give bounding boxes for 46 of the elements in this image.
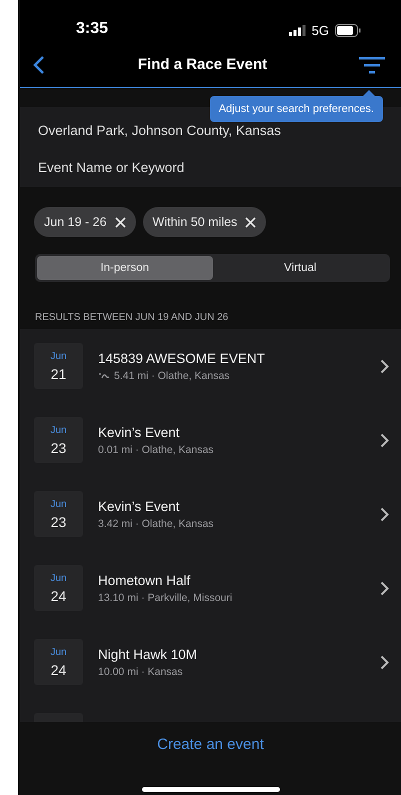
event-row[interactable]: Jun 23 Kevin’s Event 0.01 mi · Olathe, Kansas — [20, 403, 401, 477]
close-icon — [114, 216, 126, 228]
event-row[interactable]: Jun 21 145839 AWESOME EVENT 5.41 mi · Olathe, Kansas — [20, 329, 401, 403]
event-title: Kevin’s Event — [98, 498, 181, 514]
create-event-link[interactable]: Create an event — [157, 736, 264, 753]
signal-icon — [288, 25, 306, 36]
event-row[interactable]: Jun 23 Kevin’s Event 3.42 mi · Olathe, Kansas — [20, 477, 401, 551]
event-month: Jun — [50, 350, 67, 362]
status-time: 3:35 — [76, 20, 108, 38]
event-day: 23 — [50, 440, 66, 456]
segment-tab[interactable]: In-person — [37, 256, 212, 280]
chevron-icon — [380, 506, 389, 522]
event-title: Hometown Half — [98, 572, 192, 588]
event-day: 24 — [50, 662, 66, 678]
event-title: Kevin’s Event — [98, 424, 181, 440]
tooltip: Adjust your search preferences. — [210, 96, 383, 122]
event-details: 3.42 mi · Olathe, Kansas — [98, 518, 214, 530]
event-details: 0.01 mi · Olathe, Kansas — [98, 444, 214, 456]
chevron-icon — [380, 654, 389, 670]
event-details: 13.10 mi · Parkville, Missouri — [98, 592, 232, 604]
event-month: Jun — [50, 498, 67, 510]
filter-chip[interactable]: Jun 19 - 26 — [34, 207, 136, 237]
chevron-icon — [380, 358, 389, 374]
network-label: 5G — [312, 23, 329, 38]
chevron-icon — [380, 432, 389, 448]
event-day: 23 — [50, 514, 66, 530]
event-month: Jun — [50, 424, 67, 436]
close-icon — [245, 216, 256, 228]
results-header: RESULTS BETWEEN JUN 19 AND JUN 26 — [34, 311, 230, 325]
event-day: 24 — [50, 588, 66, 604]
event-row[interactable]: Jun 24 Night Hawk 10M 10.00 mi · Kansas — [20, 625, 401, 699]
event-row[interactable]: Jun 24 Hometown Half 13.10 mi · Parkville, Missouri — [20, 551, 401, 625]
segment-tab[interactable]: Virtual — [212, 256, 388, 280]
event-title: 145839 AWESOME EVENT — [98, 350, 266, 366]
event-details: 10.00 mi · Kansas — [98, 666, 183, 678]
battery-icon — [335, 24, 361, 37]
screen-title: Find a Race Event — [138, 56, 268, 73]
event-title: Night Hawk 10M — [98, 646, 198, 662]
event-details: 5.41 mi · Olathe, Kansas — [114, 370, 230, 382]
event-day: 21 — [50, 366, 66, 382]
event-month: Jun — [50, 572, 67, 584]
event-month: Jun — [50, 646, 67, 658]
filter-chip[interactable]: Within 50 miles — [142, 207, 266, 237]
keyword-field[interactable]: Event Name or Keyword — [20, 147, 401, 187]
chevron-icon — [380, 580, 389, 596]
tooltip-pointer — [363, 90, 375, 96]
